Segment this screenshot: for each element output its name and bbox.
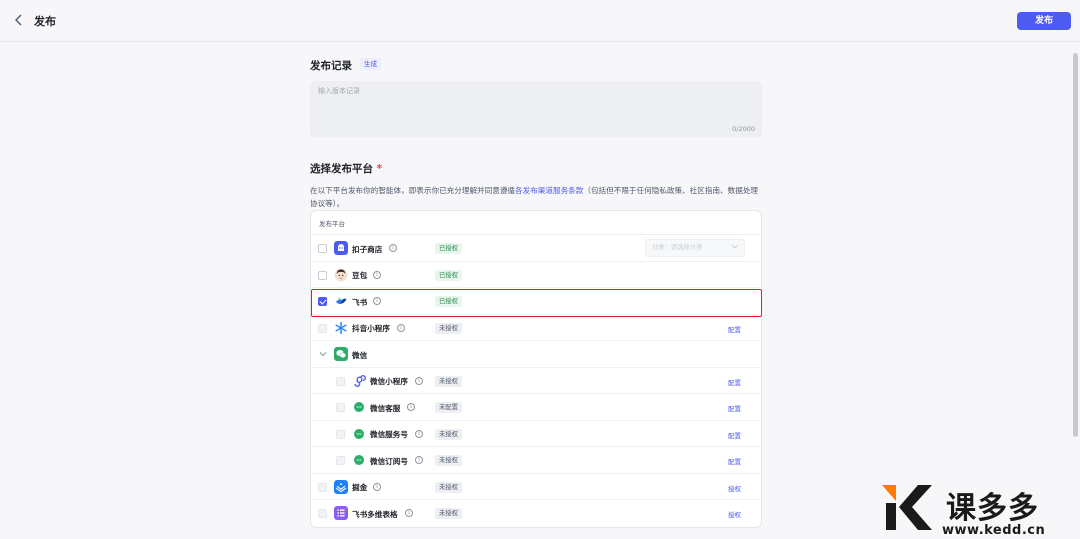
- wechat-miniapp-icon: [354, 374, 366, 387]
- status-badge: 未授权: [435, 455, 462, 466]
- platform-checkbox-disabled: [336, 456, 345, 465]
- feishu-bitable-icon: [334, 506, 348, 520]
- k-logo-icon: [882, 485, 932, 530]
- platform-checkbox[interactable]: [318, 244, 327, 253]
- configure-link[interactable]: 配置: [728, 403, 741, 413]
- douyin-miniapp-icon: [335, 321, 347, 334]
- chevron-down-icon: [732, 245, 738, 249]
- info-icon[interactable]: i: [405, 509, 413, 517]
- platform-checkbox-disabled: [336, 403, 345, 412]
- platform-row-wechat-service: 微信客服 i 未配置 配置: [311, 394, 761, 421]
- info-icon[interactable]: i: [415, 456, 423, 464]
- record-placeholder: 输入版本记录: [318, 87, 360, 95]
- platform-row-wechat-miniapp: 微信小程序 i 未授权 配置: [311, 368, 761, 394]
- category-select-placeholder: 分类：请选择分类: [652, 244, 703, 251]
- authorize-link[interactable]: 授权: [728, 483, 741, 493]
- watermark-url: www.kedd.cn: [942, 523, 1046, 538]
- wechat-icon: [334, 347, 348, 361]
- feishu-icon: [336, 297, 347, 304]
- platform-name: 扣子商店: [352, 244, 383, 254]
- platform-name: 微信服务号: [370, 430, 408, 439]
- top-bar: 发布 发布: [0, 0, 1080, 42]
- platform-row-juejin: 掘金 i 未授权 授权: [311, 474, 761, 500]
- status-badge: 未授权: [435, 375, 462, 387]
- platform-checkbox-disabled: [318, 482, 327, 492]
- coze-store-icon: [334, 241, 348, 255]
- authorize-link[interactable]: 授权: [728, 509, 741, 519]
- platform-checkbox-disabled: [318, 509, 327, 518]
- platform-section-title-text: 选择发布平台: [310, 163, 373, 175]
- status-badge: 未授权: [435, 428, 462, 440]
- platform-name: 微信订阅号: [370, 456, 408, 466]
- wechat-subscription-icon: [354, 455, 364, 465]
- wechat-service-icon: [354, 402, 364, 412]
- chevron-down-icon[interactable]: [319, 350, 327, 358]
- platform-table: 发布平台 扣子商店 i 已授权 分类：请选择分类 豆包 i 已授权 飞书 i 已…: [310, 210, 762, 528]
- platform-checkbox[interactable]: [318, 270, 327, 280]
- status-badge: 未授权: [435, 322, 462, 334]
- platform-name: 微信客服: [370, 403, 401, 413]
- platform-section-title: 选择发布平台 *: [310, 161, 382, 176]
- platform-checkbox-checked[interactable]: [318, 297, 327, 306]
- watermark-name: 课多多: [946, 491, 1039, 526]
- status-badge: 未授权: [435, 481, 462, 493]
- info-icon[interactable]: i: [415, 376, 423, 385]
- terms-text-before: 在以下平台发布你的智能体，即表示你已充分理解并同意遵循: [310, 186, 516, 195]
- terms-link[interactable]: 各发布渠道服务条款: [515, 186, 583, 195]
- record-section-title: 发布记录: [310, 60, 352, 72]
- record-char-counter: 0/2000: [732, 125, 755, 133]
- status-badge: 已授权: [435, 296, 462, 307]
- platform-row-doubao: 豆包 i 已授权: [311, 262, 761, 288]
- page-title: 发布: [34, 15, 56, 28]
- page-scrollbar[interactable]: [1073, 53, 1078, 437]
- platform-name: 飞书多维表格: [352, 509, 398, 519]
- generate-record-button[interactable]: 生成: [360, 58, 381, 70]
- status-badge: 未授权: [435, 508, 462, 519]
- platform-row-feishu: 飞书 i 已授权: [311, 288, 761, 315]
- platform-row-douyin-miniapp: 抖音小程序 i 未授权 配置: [311, 315, 761, 341]
- configure-link[interactable]: 配置: [728, 430, 741, 440]
- platform-group-wechat: 微信: [311, 341, 761, 368]
- category-select[interactable]: 分类：请选择分类: [645, 239, 745, 257]
- terms-description: 在以下平台发布你的智能体，即表示你已充分理解并同意遵循各发布渠道服务条款（包括但…: [310, 184, 765, 210]
- required-mark: *: [376, 163, 383, 175]
- platform-name: 掘金: [352, 483, 368, 492]
- juejin-icon: [334, 479, 348, 494]
- doubao-icon: [334, 268, 348, 281]
- platform-name: 豆包: [352, 271, 368, 280]
- status-badge: 未配置: [435, 402, 462, 413]
- wechat-service-account-icon: [354, 428, 364, 439]
- info-icon[interactable]: i: [415, 429, 423, 438]
- platform-name: 微信小程序: [370, 377, 408, 386]
- info-icon[interactable]: i: [389, 244, 397, 252]
- platform-row-wechat-subscription: 微信订阅号 i 未授权 配置: [311, 447, 761, 474]
- platform-name: 飞书: [352, 297, 368, 307]
- publish-button[interactable]: 发布: [1017, 12, 1071, 30]
- platform-row-coze-store: 扣子商店 i 已授权 分类：请选择分类: [311, 235, 761, 262]
- platform-name: 抖音小程序: [352, 324, 390, 333]
- info-icon[interactable]: i: [373, 482, 381, 491]
- status-badge: 已授权: [435, 269, 462, 281]
- platform-checkbox-disabled: [336, 429, 345, 439]
- back-arrow-icon[interactable]: [12, 13, 26, 27]
- watermark-logo: 课多多 www.kedd.cn: [880, 478, 1080, 539]
- info-icon[interactable]: i: [397, 323, 405, 332]
- info-icon[interactable]: i: [373, 297, 381, 305]
- platform-row-feishu-bitable: 飞书多维表格 i 未授权 授权: [311, 500, 761, 527]
- configure-link[interactable]: 配置: [728, 324, 741, 334]
- platform-group-name: 微信: [352, 350, 368, 360]
- configure-link[interactable]: 配置: [728, 456, 741, 466]
- info-icon[interactable]: i: [373, 270, 381, 279]
- platform-row-wechat-service-account: 微信服务号 i 未授权 配置: [311, 421, 761, 447]
- record-textarea[interactable]: 输入版本记录 0/2000: [310, 81, 762, 137]
- platform-checkbox-disabled: [318, 323, 327, 333]
- table-header: 发布平台: [311, 211, 761, 235]
- status-badge: 已授权: [435, 243, 462, 254]
- platform-checkbox-disabled: [336, 376, 345, 386]
- configure-link[interactable]: 配置: [728, 377, 741, 387]
- info-icon[interactable]: i: [407, 403, 415, 411]
